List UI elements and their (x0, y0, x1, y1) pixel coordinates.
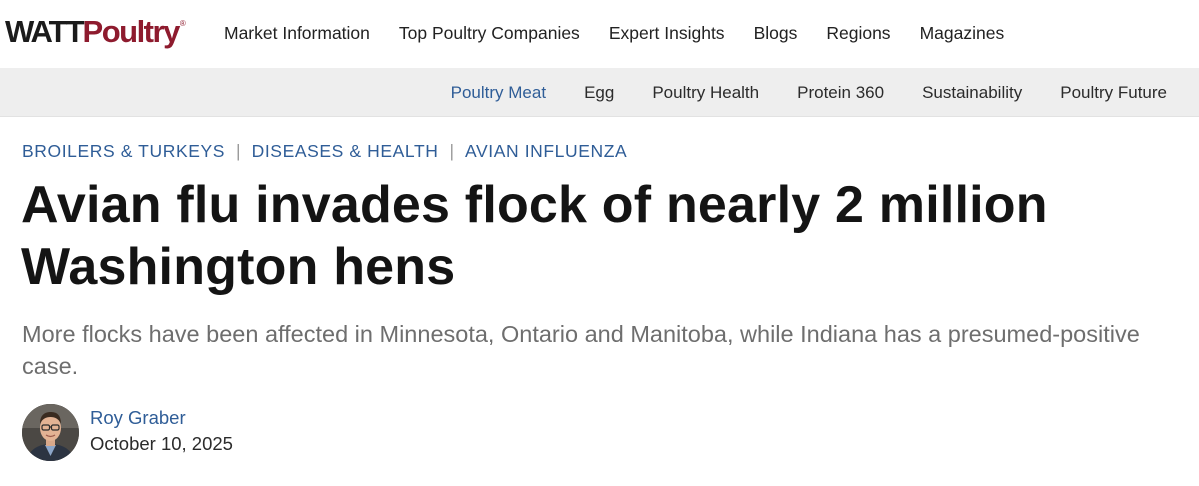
publish-date: October 10, 2025 (90, 433, 233, 454)
wattpoultry-logo[interactable]: WATT Poultry ® (5, 13, 186, 53)
category-nav: Poultry Meat Egg Poultry Health Protein … (0, 68, 1199, 117)
site-header: WATT Poultry ® Market Information Top Po… (0, 0, 1199, 68)
subnav-poultry-future[interactable]: Poultry Future (1060, 80, 1167, 106)
nav-expert-insights[interactable]: Expert Insights (609, 20, 725, 46)
subnav-poultry-health[interactable]: Poultry Health (652, 80, 759, 106)
breadcrumb-separator: | (236, 141, 241, 161)
breadcrumb: BROILERS & TURKEYS | DISEASES & HEALTH |… (22, 138, 627, 164)
logo-text-watt: WATT (5, 14, 85, 49)
breadcrumb-separator: | (449, 141, 455, 161)
author-photo (22, 404, 79, 461)
main-nav: Market Information Top Poultry Companies… (224, 20, 1033, 46)
article-subtitle: More flocks have been affected in Minnes… (22, 321, 1140, 379)
subnav-poultry-meat[interactable]: Poultry Meat (451, 80, 546, 106)
logo-text-poultry: Poultry (82, 14, 181, 49)
article-title: Avian flu invades flock of nearly 2 mill… (21, 176, 1048, 296)
registered-mark: ® (179, 19, 186, 28)
nav-market-information[interactable]: Market Information (224, 20, 370, 46)
breadcrumb-broilers-turkeys[interactable]: BROILERS & TURKEYS (22, 138, 225, 164)
nav-regions[interactable]: Regions (826, 20, 890, 46)
nav-blogs[interactable]: Blogs (754, 20, 798, 46)
nav-top-poultry-companies[interactable]: Top Poultry Companies (399, 20, 580, 46)
author-avatar[interactable] (22, 404, 79, 461)
nav-magazines[interactable]: Magazines (920, 20, 1005, 46)
author-name[interactable]: Roy Graber (90, 406, 186, 430)
subnav-egg[interactable]: Egg (584, 80, 614, 106)
subnav-sustainability[interactable]: Sustainability (922, 80, 1022, 106)
breadcrumb-diseases-health[interactable]: DISEASES & HEALTH (252, 138, 439, 164)
breadcrumb-avian-influenza[interactable]: AVIAN INFLUENZA (465, 138, 627, 164)
subnav-protein-360[interactable]: Protein 360 (797, 80, 884, 106)
